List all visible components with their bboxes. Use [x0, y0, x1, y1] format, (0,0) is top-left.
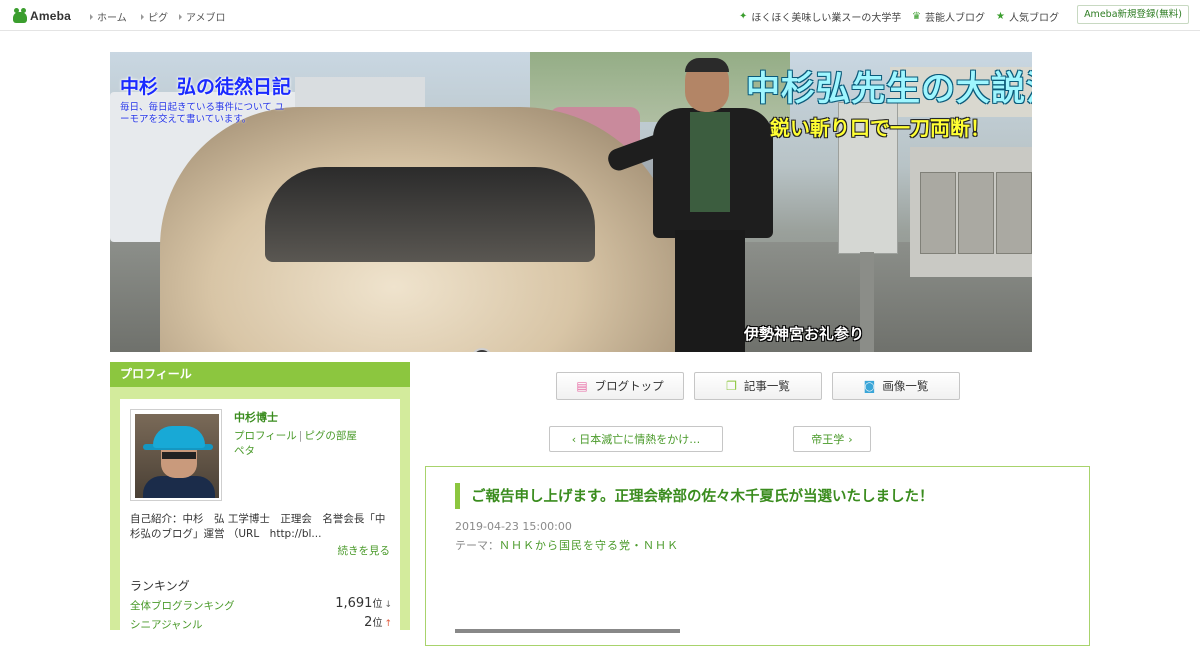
nav-amebro[interactable]: アメブロ: [179, 9, 226, 24]
article-title[interactable]: ご報告申し上げます。正理会幹部の佐々木千夏氏が当選いたしました！: [471, 485, 934, 506]
copy-icon: ❐: [726, 379, 737, 393]
read-more-link[interactable]: 続きを見る: [338, 543, 391, 558]
blog-header-banner[interactable]: 中杉 弘の徒然日記 毎日、毎日起きている事件について ユーモアを交えて書いていま…: [110, 52, 1032, 352]
pigg-room-link[interactable]: ピグの部屋: [304, 430, 357, 442]
nav-pigg-label: ピグ: [148, 13, 168, 24]
ameba-logo[interactable]: Ameba: [13, 7, 71, 25]
banner-car-windshield: [265, 167, 595, 262]
banner-trash-bins: [910, 147, 1032, 277]
blog-title[interactable]: 中杉 弘の徒然日記: [120, 72, 291, 99]
banner-headline: 中杉弘先生の大説法: [746, 69, 1032, 109]
article-list-button[interactable]: ❐ 記事一覧: [694, 372, 822, 400]
article-theme: テーマ：ＮＨＫから国民を守る党・ＮＨＫ: [455, 539, 679, 552]
sparkle-icon: ✦: [739, 11, 748, 22]
ranking-row: 全体ブログランキング 1,691位 ↓: [130, 596, 392, 613]
article-date: 2019-04-23 15:00:00: [455, 520, 572, 533]
ranking-title: ランキング: [130, 579, 190, 593]
profile-link[interactable]: プロフィール: [234, 430, 297, 442]
trend-link[interactable]: ✦ ほくほく美味しい業スーの大学芋: [739, 9, 901, 24]
arrow-right-icon: [90, 13, 93, 20]
document-icon: ▤: [576, 379, 588, 393]
article-card: ご報告申し上げます。正理会幹部の佐々木千夏氏が当選いたしました！ 2019-04…: [425, 466, 1090, 646]
profile-intro: 自己紹介：中杉 弘 工学博士 正理会 名誉会長「中杉弘のブログ」運営 （URL …: [130, 513, 386, 540]
ranking-genre-link[interactable]: シニアジャンル: [130, 619, 203, 631]
banner-car-emblem: [471, 348, 493, 352]
banner-white-car: [160, 107, 680, 352]
ameba-logo-icon: [13, 8, 27, 24]
crown-icon: ♛: [912, 11, 921, 22]
nav-pigg[interactable]: ピグ: [141, 9, 168, 24]
arrow-right-icon: [179, 13, 182, 20]
blog-top-button[interactable]: ▤ ブログトップ: [556, 372, 684, 400]
logo-text: Ameba: [30, 9, 72, 23]
ranking-overall-link[interactable]: 全体ブログランキング: [130, 600, 235, 612]
title-accent-bar: [455, 483, 460, 509]
banner-subheadline: 鋭い斬り口で一刀両断！: [770, 116, 990, 140]
next-article-link[interactable]: 帝王学 ›: [793, 426, 871, 452]
blog-description: 毎日、毎日起きている事件について ユーモアを交えて書いています。: [120, 102, 285, 125]
nav-amebro-label: アメブロ: [186, 13, 226, 24]
image-list-button[interactable]: ◙ 画像一覧: [832, 372, 960, 400]
popular-blog-link[interactable]: ★ 人気ブログ: [996, 9, 1059, 24]
profile-heading: プロフィール: [110, 362, 410, 387]
avatar[interactable]: [130, 409, 222, 501]
celebrity-blog-link[interactable]: ♛ 芸能人ブログ: [912, 9, 985, 24]
profile-panel: 中杉博士 プロフィール | ピグの部屋 ペタ 自己紹介：中杉 弘 工学博士 正理会 …: [120, 399, 400, 639]
camera-icon: ◙: [863, 379, 876, 393]
profile-sidebar: プロフィール 中杉博士 プロフィール | ピグの部屋 ペタ 自己紹介：中杉 弘 工学…: [110, 362, 410, 639]
profile-links: プロフィール | ピグの部屋 ペタ: [234, 430, 357, 457]
banner-caption: 伊勢神宮お礼参り: [744, 325, 865, 343]
celebrity-blog-label: 芸能人ブログ: [924, 13, 985, 24]
prev-article-link[interactable]: ‹ 日本滅亡に情熱をかけ…: [549, 426, 723, 452]
global-header: Ameba ホーム ピグ アメブロ ✦ ほくほく美味しい業スーの大学芋 ♛ 芸能人ブ…: [0, 0, 1200, 31]
chevron-right-icon: ›: [848, 432, 853, 446]
arrow-right-icon: [141, 13, 144, 20]
trend-link-label: ほくほく美味しい業スーの大学芋: [751, 13, 902, 24]
star-icon: ★: [996, 11, 1005, 22]
rank-down-icon: ↓: [384, 600, 392, 610]
rank-up-icon: ↑: [384, 619, 392, 629]
peta-link[interactable]: ペタ: [234, 445, 255, 457]
profile-name[interactable]: 中杉博士: [234, 409, 278, 425]
popular-blog-label: 人気ブログ: [1008, 13, 1059, 24]
chevron-left-icon: ‹: [571, 432, 577, 446]
theme-link[interactable]: ＮＨＫから国民を守る党・ＮＨＫ: [499, 539, 679, 552]
nav-home[interactable]: ホーム: [90, 9, 127, 24]
signup-button[interactable]: Ameba新規登録(無料): [1077, 5, 1189, 24]
ranking-value: 1,691位 ↓: [335, 596, 392, 611]
ranking-value: 2位 ↑: [364, 615, 392, 630]
nav-home-label: ホーム: [97, 13, 127, 24]
avatar-photo: [135, 414, 219, 498]
